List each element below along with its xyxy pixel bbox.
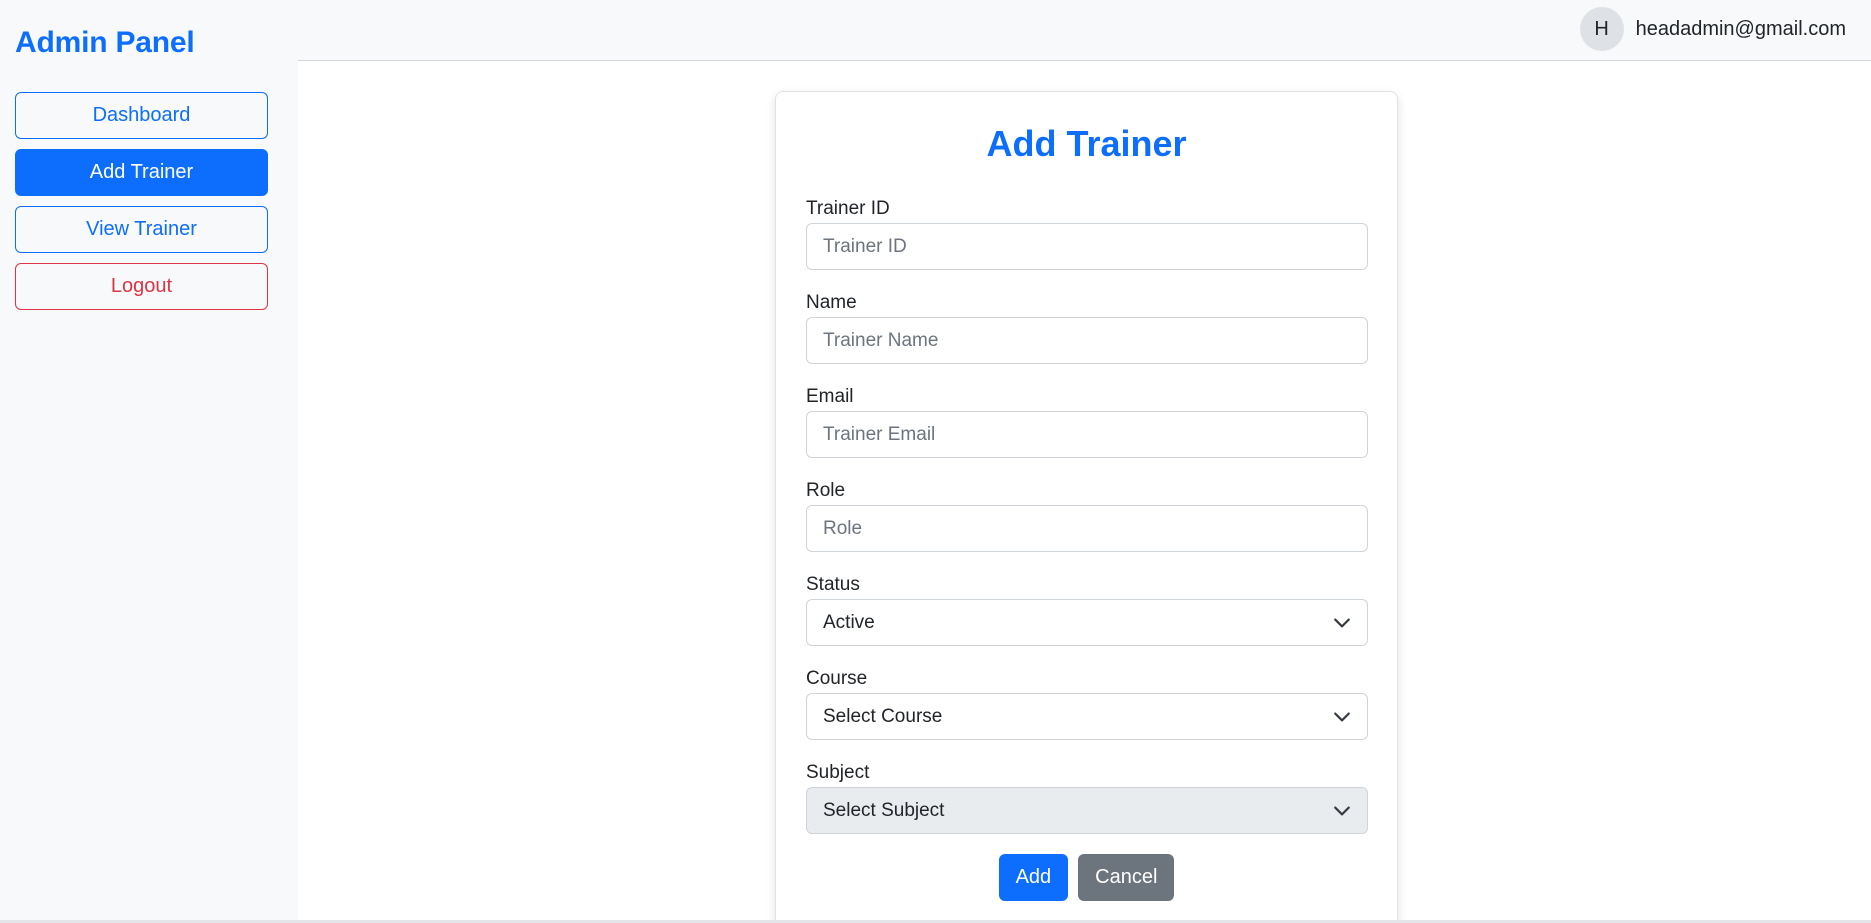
sidebar-item-label: Logout [110, 275, 173, 297]
status-selected-value: Active [823, 611, 875, 633]
sidebar-item-label: Add Trainer [89, 161, 194, 183]
sidebar-item-label: View Trainer [86, 218, 197, 240]
course-select[interactable]: Select Course [806, 693, 1368, 740]
subject-selected-value: Select Subject [823, 799, 945, 821]
email-label: Email [806, 386, 854, 407]
add-trainer-card: Add Trainer Trainer ID Name Email Role S… [775, 91, 1398, 923]
chevron-down-icon [1334, 712, 1350, 721]
course-label: Course [806, 668, 868, 689]
user-email: headadmin@gmail.com [1635, 17, 1846, 40]
subject-label: Subject [806, 762, 870, 783]
subject-select[interactable]: Select Subject [806, 787, 1368, 834]
status-group: Status Active [806, 574, 1368, 646]
sidebar-item-add-trainer[interactable]: Add Trainer [15, 149, 268, 196]
sidebar-item-logout[interactable]: Logout [15, 263, 268, 310]
form-actions: Add Cancel [806, 854, 1367, 901]
status-label: Status [806, 574, 860, 595]
role-label: Role [806, 480, 846, 501]
chevron-down-icon [1334, 618, 1350, 627]
cancel-button[interactable]: Cancel [1078, 854, 1175, 901]
role-input[interactable] [806, 505, 1368, 552]
status-select[interactable]: Active [806, 599, 1368, 646]
avatar[interactable]: H [1579, 7, 1624, 51]
page-title: Add Trainer [986, 123, 1187, 164]
role-group: Role [806, 480, 1368, 552]
sidebar: Admin Panel Dashboard Add Trainer View T… [0, 0, 298, 923]
main-content: Add Trainer Trainer ID Name Email Role S… [298, 61, 1871, 923]
add-button[interactable]: Add [998, 854, 1069, 901]
subject-group: Subject Select Subject [806, 762, 1368, 834]
trainer-id-label: Trainer ID [806, 198, 890, 219]
email-input[interactable] [806, 411, 1368, 458]
user-menu[interactable]: H headadmin@gmail.com [1579, 7, 1846, 51]
sidebar-item-label: Dashboard [92, 104, 191, 126]
brand-title: Admin Panel [15, 26, 195, 59]
trainer-id-group: Trainer ID [806, 198, 1368, 270]
email-group: Email [806, 386, 1368, 458]
sidebar-item-view-trainer[interactable]: View Trainer [15, 206, 268, 253]
course-group: Course Select Course [806, 668, 1368, 740]
course-selected-value: Select Course [823, 705, 943, 727]
app: Admin Panel Dashboard Add Trainer View T… [0, 0, 1871, 923]
name-input[interactable] [806, 317, 1368, 364]
top-bar: H headadmin@gmail.com [298, 0, 1871, 61]
name-label: Name [806, 292, 857, 313]
chevron-down-icon [1334, 806, 1350, 815]
trainer-id-input[interactable] [806, 223, 1368, 270]
sidebar-item-dashboard[interactable]: Dashboard [15, 92, 268, 139]
name-group: Name [806, 292, 1368, 364]
sidebar-nav: Dashboard Add Trainer View Trainer Logou… [15, 92, 268, 320]
